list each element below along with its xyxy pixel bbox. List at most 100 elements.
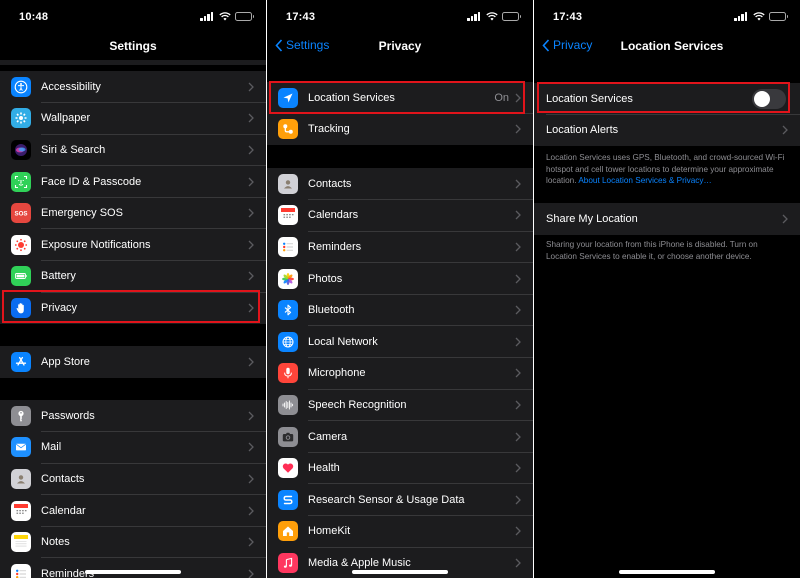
privacy-row-reminders[interactable]: Reminders	[267, 231, 533, 263]
row-label: Speech Recognition	[308, 398, 407, 411]
wifi-icon	[486, 12, 498, 21]
page-title: Location Services	[620, 39, 724, 53]
privacy-row-camera[interactable]: Camera	[267, 421, 533, 453]
status-time: 17:43	[553, 11, 583, 23]
row-label: Calendars	[308, 209, 359, 222]
app-store-icon	[11, 351, 31, 372]
chevron-right-icon	[248, 177, 254, 187]
privacy-row-tracking[interactable]: Tracking	[267, 114, 533, 146]
settings-row-privacy[interactable]: Privacy	[0, 292, 266, 324]
settings-row-wallpaper[interactable]: Wallpaper	[0, 103, 266, 135]
globe-icon	[278, 331, 298, 352]
battery-icon	[11, 266, 31, 287]
privacy-row-speech-recognition[interactable]: Speech Recognition	[267, 389, 533, 421]
chevron-right-icon	[248, 506, 254, 516]
chevron-right-icon	[248, 240, 254, 250]
tracking-icon	[278, 119, 298, 140]
privacy-row-location-services[interactable]: Location Services On	[267, 82, 533, 114]
row-label: Exposure Notifications	[41, 238, 151, 251]
settings-row-battery[interactable]: Battery	[0, 261, 266, 293]
privacy-row-microphone[interactable]: Microphone	[267, 358, 533, 390]
nav-bar: Privacy Location Services	[534, 33, 800, 60]
row-label: App Store	[41, 355, 90, 368]
settings-row-face-id[interactable]: Face ID & Passcode	[0, 166, 266, 198]
wifi-icon	[753, 12, 765, 21]
row-label: Passwords	[41, 409, 95, 422]
row-label: Location Alerts	[546, 124, 619, 137]
settings-row-app-store[interactable]: App Store	[0, 346, 266, 378]
privacy-row-bluetooth[interactable]: Bluetooth	[267, 294, 533, 326]
location-group-1: Location Services Location Alerts	[534, 83, 800, 147]
privacy-screen: 17:43 Settings Privacy Location Services…	[267, 0, 533, 578]
privacy-row-research-sensor[interactable]: Research Sensor & Usage Data	[267, 484, 533, 516]
settings-row-accessibility[interactable]: Accessibility	[0, 71, 266, 103]
home-icon	[278, 521, 298, 542]
location-services-screen: 17:43 Privacy Location Services Location…	[534, 0, 800, 578]
row-label: Health	[308, 462, 340, 475]
battery-status-icon	[502, 11, 521, 21]
chevron-right-icon	[248, 569, 254, 578]
chevron-right-icon	[248, 145, 254, 155]
bluetooth-icon	[278, 300, 298, 321]
waveform-icon	[278, 394, 298, 415]
key-icon	[11, 405, 31, 426]
location-arrow-icon	[278, 87, 298, 108]
chevron-right-icon	[248, 82, 254, 92]
contacts-icon	[278, 173, 298, 194]
row-label: Contacts	[308, 177, 352, 190]
settings-row-reminders[interactable]: Reminders	[0, 558, 266, 578]
settings-row-calendar[interactable]: Calendar	[0, 495, 266, 527]
cellular-signal-icon	[200, 11, 215, 21]
chevron-right-icon	[248, 474, 254, 484]
wifi-icon	[219, 12, 231, 21]
accessibility-icon	[11, 76, 31, 97]
settings-row-notes[interactable]: Notes	[0, 526, 266, 558]
row-label: Microphone	[308, 367, 366, 380]
status-icons	[200, 11, 254, 21]
settings-row-contacts[interactable]: Contacts	[0, 463, 266, 495]
settings-row-exposure-notifications[interactable]: Exposure Notifications	[0, 229, 266, 261]
row-label: Battery	[41, 270, 76, 283]
battery-status-icon	[235, 11, 254, 21]
home-indicator	[619, 570, 715, 574]
privacy-row-health[interactable]: Health	[267, 452, 533, 484]
chevron-right-icon	[515, 400, 521, 410]
settings-screen: 10:48 Settings Accessibility Wallpaper S…	[0, 0, 266, 578]
chevron-right-icon	[515, 368, 521, 378]
settings-row-mail[interactable]: Mail	[0, 432, 266, 464]
about-location-privacy-link[interactable]: About Location Services & Privacy…	[578, 176, 711, 185]
privacy-row-homekit[interactable]: HomeKit	[267, 516, 533, 548]
privacy-row-photos[interactable]: Photos	[267, 263, 533, 295]
privacy-group-1: Location Services On Tracking	[267, 82, 533, 146]
share-my-location-row[interactable]: Share My Location	[534, 203, 800, 235]
chevron-right-icon	[248, 411, 254, 421]
location-alerts-row[interactable]: Location Alerts	[534, 115, 800, 147]
settings-row-emergency-sos[interactable]: SOS Emergency SOS	[0, 197, 266, 229]
row-label: Siri & Search	[41, 143, 106, 156]
music-icon	[278, 552, 298, 573]
heart-icon	[278, 458, 298, 479]
chevron-right-icon	[248, 303, 254, 313]
settings-group-2: App Store	[0, 346, 266, 378]
row-label: Accessibility	[41, 80, 101, 93]
chevron-right-icon	[515, 526, 521, 536]
chevron-right-icon	[515, 463, 521, 473]
privacy-row-local-network[interactable]: Local Network	[267, 326, 533, 358]
privacy-group-2: Contacts Calendars Reminders Photos Blue…	[267, 168, 533, 578]
row-label: Calendar	[41, 504, 86, 517]
row-label: Emergency SOS	[41, 207, 123, 220]
privacy-row-contacts[interactable]: Contacts	[267, 168, 533, 200]
chevron-right-icon	[248, 208, 254, 218]
chevron-right-icon	[515, 179, 521, 189]
settings-row-siri[interactable]: Siri & Search	[0, 134, 266, 166]
settings-group-3: Passwords Mail Contacts Calendar Notes R…	[0, 400, 266, 578]
row-label: Notes	[41, 536, 70, 549]
row-label: Location Services	[308, 91, 395, 104]
privacy-row-calendars[interactable]: Calendars	[267, 200, 533, 232]
home-indicator	[85, 570, 181, 574]
cellular-signal-icon	[467, 11, 482, 21]
row-label: Media & Apple Music	[308, 556, 411, 569]
location-services-row: Location Services	[534, 83, 800, 115]
settings-row-passwords[interactable]: Passwords	[0, 400, 266, 432]
location-services-toggle[interactable]	[752, 88, 786, 109]
